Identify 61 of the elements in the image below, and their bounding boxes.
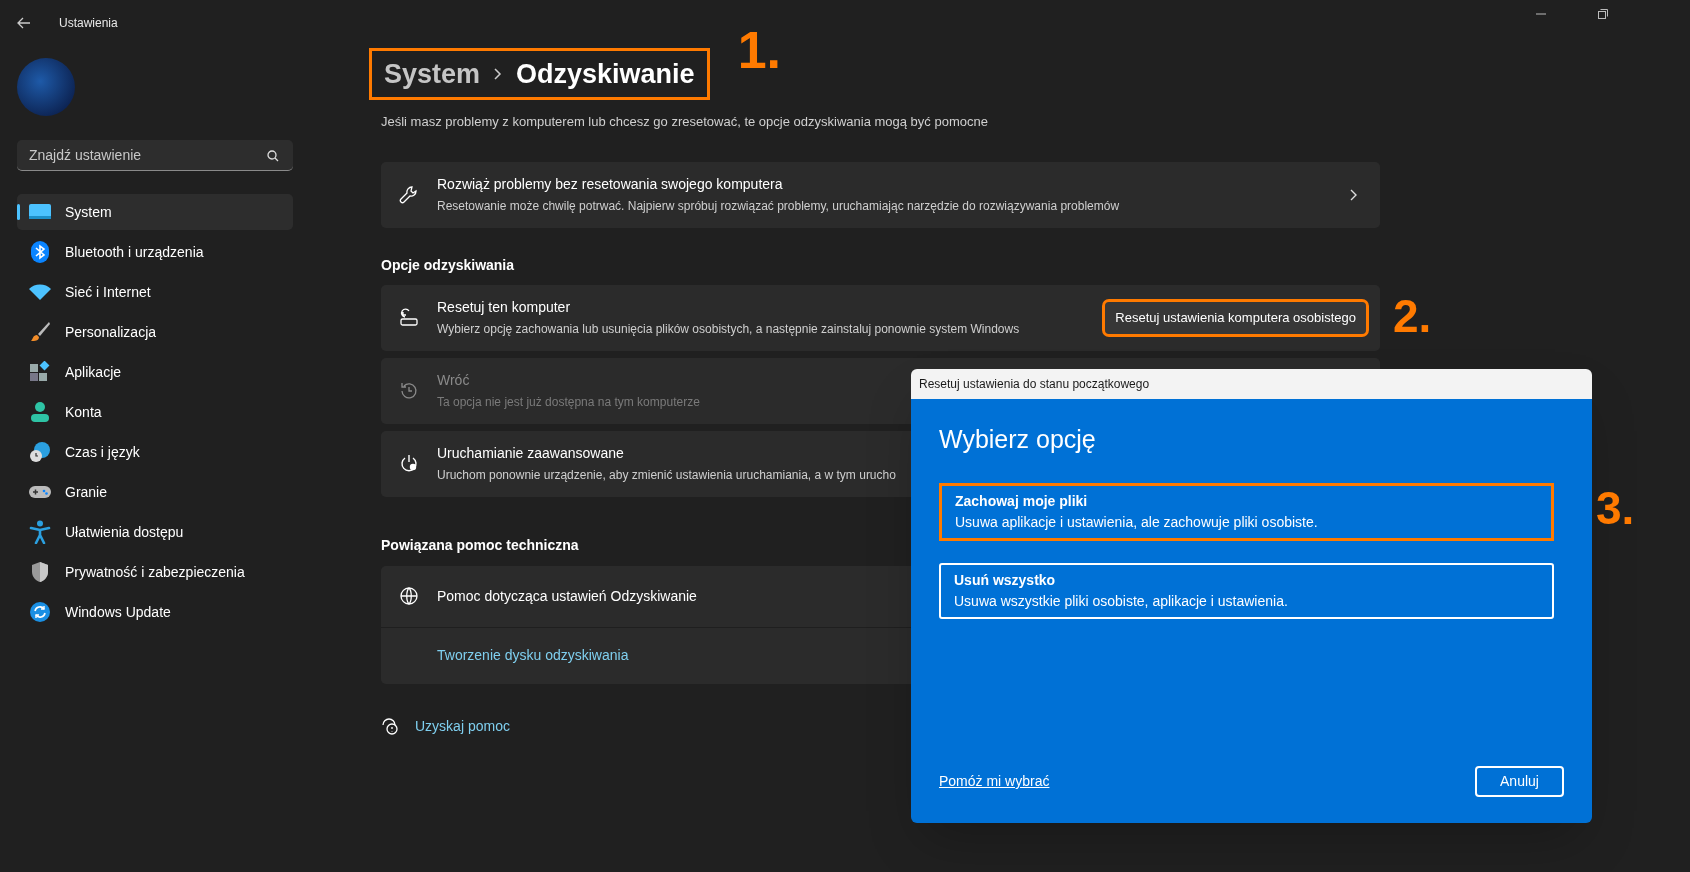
search-icon — [267, 150, 279, 162]
window-title: Ustawienia — [59, 15, 118, 32]
card-title: Rozwiąż problemy bez resetowania swojego komputera — [437, 175, 783, 194]
card-subtitle: Wybierz opcję zachowania lub usunięcia plików osobistych, a następnie zainstaluj ponownie system Windows — [437, 321, 1020, 338]
nav-item[interactable]: Czas i język — [17, 434, 293, 470]
nav-item[interactable]: Prywatność i zabezpieczenia — [17, 554, 293, 590]
globe-icon — [399, 586, 419, 606]
shield-icon — [30, 561, 50, 583]
settings-card[interactable]: Rozwiąż problemy bez resetowania swojego komputera Resetowanie może chwilę potrwać. Najpierw spróbuj rozwiązać problemy, uruchamiając narzędzie do rozwiązywania problemów — [381, 161, 1380, 228]
drive-reset-icon — [399, 307, 419, 328]
globe-clock-icon — [29, 441, 51, 463]
page-title: Odzyskiwanie — [516, 57, 695, 91]
nav-item[interactable]: Granie — [17, 474, 293, 510]
accessibility-icon — [29, 520, 51, 544]
card-title: Wróć — [437, 371, 470, 390]
section-heading: Opcje odzyskiwania — [381, 255, 516, 275]
cancel-button[interactable]: Anuluj — [1475, 766, 1564, 797]
help-chat-icon — [381, 717, 399, 735]
power-gear-icon — [399, 453, 419, 474]
wifi-icon — [28, 283, 52, 301]
nav-item[interactable]: Personalizacja — [17, 314, 293, 350]
chevron-right-icon — [494, 68, 503, 80]
bluetooth-icon — [30, 240, 50, 264]
step-number: 2. — [1393, 292, 1432, 339]
help-link[interactable]: Uzyskaj pomoc — [415, 715, 510, 737]
card-subtitle: Resetowanie może chwilę potrwać. Najpierw spróbuj rozwiązać problemy, uruchamiając narzędzie do rozwiązywania problemów — [437, 198, 1120, 215]
gamepad-icon — [28, 483, 52, 501]
help-title: Pomoc dotycząca ustawień Odzyskiwanie — [437, 586, 697, 606]
nav-item[interactable]: Konta — [17, 394, 293, 430]
card-subtitle: Uruchom ponownie urządzenie, aby zmienić ustawienia uruchamiania, a w tym urucho — [437, 467, 896, 484]
page-description: Jeśli masz problemy z komputerem lub chcesz go zresetować, te opcje odzyskiwania mogą być pomocne — [381, 113, 989, 131]
card-title: Resetuj ten komputer — [437, 298, 571, 317]
nav-item[interactable]: System — [17, 194, 293, 230]
help-link[interactable]: Pomóż mi wybrać — [939, 771, 1050, 792]
step-number: 1. — [737, 24, 781, 76]
nav-item[interactable]: Bluetooth i urządzenia — [17, 234, 293, 270]
restore-icon[interactable] — [1597, 8, 1609, 20]
nav-item[interactable]: Ułatwienia dostępu — [17, 514, 293, 550]
step-number: 3. — [1596, 484, 1635, 531]
section-heading: Powiązana pomoc techniczna — [381, 535, 580, 555]
breadcrumb-link[interactable]: System — [384, 53, 481, 95]
history-icon — [399, 380, 419, 401]
card-title: Uruchamianie zaawansowane — [437, 444, 624, 463]
reset-option[interactable]: Zachowaj moje pliki Usuwa aplikacje i ustawienia, ale zachowuje pliki osobiste. — [939, 482, 1554, 541]
reset-button[interactable]: Resetuj ustawienia komputera osobistego — [1105, 301, 1366, 334]
back-arrow-icon[interactable] — [17, 17, 31, 29]
chevron-right-icon — [1350, 188, 1358, 201]
nav-item[interactable]: Sieć i Internet — [17, 274, 293, 310]
card-subtitle: Ta opcja nie jest już dostępna na tym komputerze — [437, 394, 700, 411]
display-icon — [28, 203, 52, 221]
wrench-icon — [399, 184, 419, 205]
apps-icon — [29, 361, 51, 383]
person-icon — [29, 401, 51, 423]
search-field[interactable]: Znajdź ustawienie — [17, 140, 293, 171]
nav-item[interactable]: Aplikacje — [17, 354, 293, 390]
paintbrush-icon — [29, 321, 51, 343]
help-link[interactable]: Tworzenie dysku odzyskiwania — [437, 645, 629, 666]
reset-option[interactable]: Usuń wszystko Usuwa wszystkie pliki osobiste, aplikacje i ustawienia. — [939, 562, 1554, 619]
refresh-icon — [29, 601, 51, 623]
dialog-title: Resetuj ustawienia do stanu początkowego — [919, 376, 1150, 393]
nav-item[interactable]: Windows Update — [17, 594, 293, 630]
